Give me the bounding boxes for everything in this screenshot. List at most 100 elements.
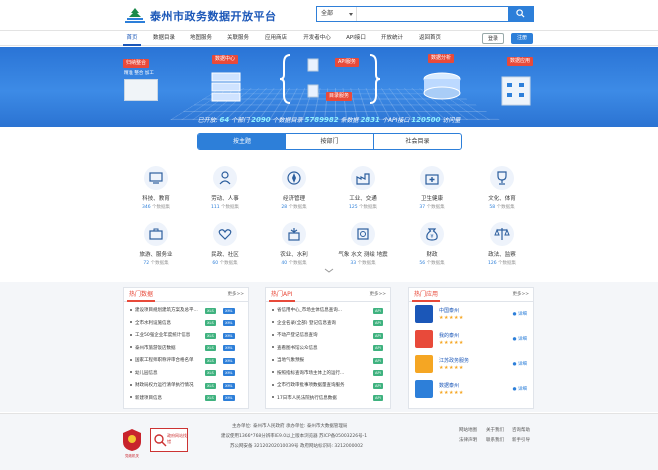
category-health[interactable]: 卫生健康 37 个数据集	[407, 166, 457, 221]
more-link[interactable]: 更多>>	[369, 291, 386, 297]
format-badge-xml[interactable]: XML	[223, 395, 235, 401]
format-badge-xls[interactable]: XLS	[205, 345, 216, 351]
api-badge[interactable]: API	[373, 382, 383, 389]
format-badge-xls[interactable]: XLS	[205, 382, 216, 389]
format-badge-xml[interactable]: XML	[223, 320, 235, 326]
hot-api-row[interactable]: 省信用中心_市场主体信息查询...	[272, 306, 342, 315]
app-item[interactable]: 中国泰州 ★★★★★ ● 详细	[415, 305, 527, 325]
app-detail-link[interactable]: ● 详细	[513, 386, 527, 392]
app-detail-link[interactable]: ● 详细	[513, 336, 527, 342]
category-science-education[interactable]: 科技、教育 346 个数据集	[131, 166, 181, 221]
format-badge-xml[interactable]: XML	[223, 357, 235, 364]
category-civil-affairs[interactable]: 民政、社区 60 个数据集	[200, 222, 250, 277]
category-law-supervision[interactable]: 政法、监察 126 个数据集	[477, 222, 527, 277]
nav-item-stats[interactable]: 开放统计	[378, 31, 406, 46]
nav-item-related[interactable]: 关联服务	[224, 31, 252, 46]
nav-item-map[interactable]: 地图服务	[187, 31, 215, 46]
site-title[interactable]: 泰州市政务数据开放平台	[150, 8, 277, 24]
format-badge-xls[interactable]: XLS	[205, 370, 216, 376]
category-labor[interactable]: 劳动、人事 111 个数据集	[200, 166, 250, 221]
nav-item-api[interactable]: API接口	[343, 31, 369, 46]
category-agriculture[interactable]: 农业、水利 40 个数据集	[269, 222, 319, 277]
search-scope-select[interactable]: 全部	[317, 7, 357, 21]
hot-data-row[interactable]: 财政局权力运行清单执行情况	[130, 381, 194, 390]
gov-website-error-badge[interactable]: 政府网站找错	[150, 428, 188, 452]
nav-item-home[interactable]: 首页	[123, 31, 141, 46]
search-input[interactable]	[359, 7, 509, 21]
party-emblem-icon[interactable]	[122, 428, 142, 452]
format-badge-xml[interactable]: XML	[223, 370, 235, 376]
bullet-icon	[272, 383, 274, 386]
format-badge-xml[interactable]: XML	[223, 332, 235, 339]
format-badge-xml[interactable]: XML	[223, 307, 235, 314]
hot-data-row[interactable]: 幼儿园信息	[130, 369, 158, 378]
hot-data-row[interactable]: 全市水利设施信息	[130, 319, 171, 328]
nav-item-appstore[interactable]: 应用商店	[262, 31, 290, 46]
footer-link-contact[interactable]: 联系我们	[486, 437, 504, 443]
hot-data-row[interactable]: 新建项目信息	[130, 394, 162, 403]
hot-data-row[interactable]: 建设项目规划建筑方案及总平...	[130, 306, 198, 315]
hot-api-row[interactable]: 当地气象预报	[272, 356, 304, 365]
hot-api-row[interactable]: 不动产登记信息查询	[272, 331, 318, 340]
category-count-value: 40	[281, 261, 288, 266]
category-count: 40 个数据集	[259, 260, 329, 266]
api-badge[interactable]: API	[373, 395, 383, 401]
nav-item-developer[interactable]: 开发者中心	[300, 31, 334, 46]
hot-api-row[interactable]: 17日市人民法院执行信息数据	[272, 394, 337, 403]
api-badge[interactable]: API	[373, 357, 383, 364]
nav-item-back[interactable]: 返回首页	[416, 31, 444, 46]
format-badge-xml[interactable]: XML	[223, 382, 235, 389]
tab-social-catalog[interactable]: 社会目录	[374, 134, 461, 149]
footer-link-sitemap[interactable]: 网站地图	[459, 427, 477, 433]
app-detail-link[interactable]: ● 详细	[513, 361, 527, 367]
category-label: 卫生健康	[420, 196, 443, 202]
api-badge[interactable]: API	[373, 370, 383, 376]
hot-api-row[interactable]: 查看图书馆公众信息	[272, 344, 318, 353]
api-badge[interactable]: API	[373, 332, 383, 339]
format-badge-xml[interactable]: XML	[223, 345, 235, 351]
category-meteorology[interactable]: 气象 水文 测绘 地震 33 个数据集	[338, 222, 388, 277]
format-badge-xls[interactable]: XLS	[205, 320, 216, 326]
format-badge-xls[interactable]: XLS	[205, 332, 216, 339]
category-industry-transport[interactable]: 工业、交通 125 个数据集	[338, 166, 388, 221]
nav-item-catalog[interactable]: 数据目录	[150, 31, 178, 46]
format-badge-xls[interactable]: XLS	[205, 357, 216, 364]
bullet-icon	[130, 371, 132, 373]
tab-by-theme[interactable]: 按主题	[198, 134, 286, 149]
tab-by-department[interactable]: 按部门	[286, 134, 374, 149]
stats-apis: 2831	[360, 116, 380, 124]
footer-link-help[interactable]: 咨询帮助	[512, 427, 530, 433]
app-item[interactable]: 数据泰州 ★★★★★ ● 详细	[415, 380, 527, 400]
api-badge[interactable]: API	[373, 320, 383, 326]
category-count-value: 346	[141, 205, 151, 210]
footer-link-guide[interactable]: 新手引导	[512, 437, 530, 443]
app-detail-link[interactable]: ● 详细	[513, 311, 527, 317]
footer-link-about[interactable]: 关于我们	[486, 427, 504, 433]
category-tourism-service[interactable]: 旅游、服务业 72 个数据集	[131, 222, 181, 277]
more-link[interactable]: 更多>>	[512, 291, 529, 297]
hot-data-row[interactable]: 工业50强企业年度统计信息	[130, 331, 190, 340]
format-badge-xls[interactable]: XLS	[205, 395, 216, 401]
category-culture-sports[interactable]: 文化、体育 58 个数据集	[477, 166, 527, 221]
hot-data-row[interactable]: 泰州市旅游饭店数据	[130, 344, 176, 353]
hot-api-row[interactable]: 企业名录(全部) 登记信息查询	[272, 319, 336, 328]
category-economy[interactable]: 经济管理 28 个数据集	[269, 166, 319, 221]
api-badge[interactable]: API	[373, 307, 383, 314]
register-button[interactable]: 注册	[511, 33, 533, 44]
site-logo-icon[interactable]	[124, 7, 146, 24]
hot-api-row[interactable]: 按照指标查询市场主体上的运行...	[272, 369, 344, 378]
api-badge[interactable]: API	[373, 345, 383, 351]
expand-chevron-icon[interactable]	[324, 268, 334, 273]
search-button[interactable]	[508, 6, 534, 22]
hot-data-row[interactable]: 国家工程师职称评审合格名单	[130, 356, 194, 365]
app-item[interactable]: 我的泰州 ★★★★★ ● 详细	[415, 330, 527, 350]
category-icon-bg	[213, 166, 237, 190]
format-badge-xls[interactable]: XLS	[205, 307, 216, 314]
footer-link-legal[interactable]: 法律声明	[459, 437, 477, 443]
category-finance[interactable]: ¥ 财政 56 个数据集	[407, 222, 457, 277]
app-item[interactable]: 江苏政务服务 ★★★★★ ● 详细	[415, 355, 527, 375]
hot-api-row[interactable]: 全市行政审批事项数据量查询服务	[272, 381, 345, 390]
more-link[interactable]: 更多>>	[227, 291, 244, 297]
category-count: 58 个数据集	[467, 204, 537, 210]
login-button[interactable]: 登录	[482, 33, 504, 44]
